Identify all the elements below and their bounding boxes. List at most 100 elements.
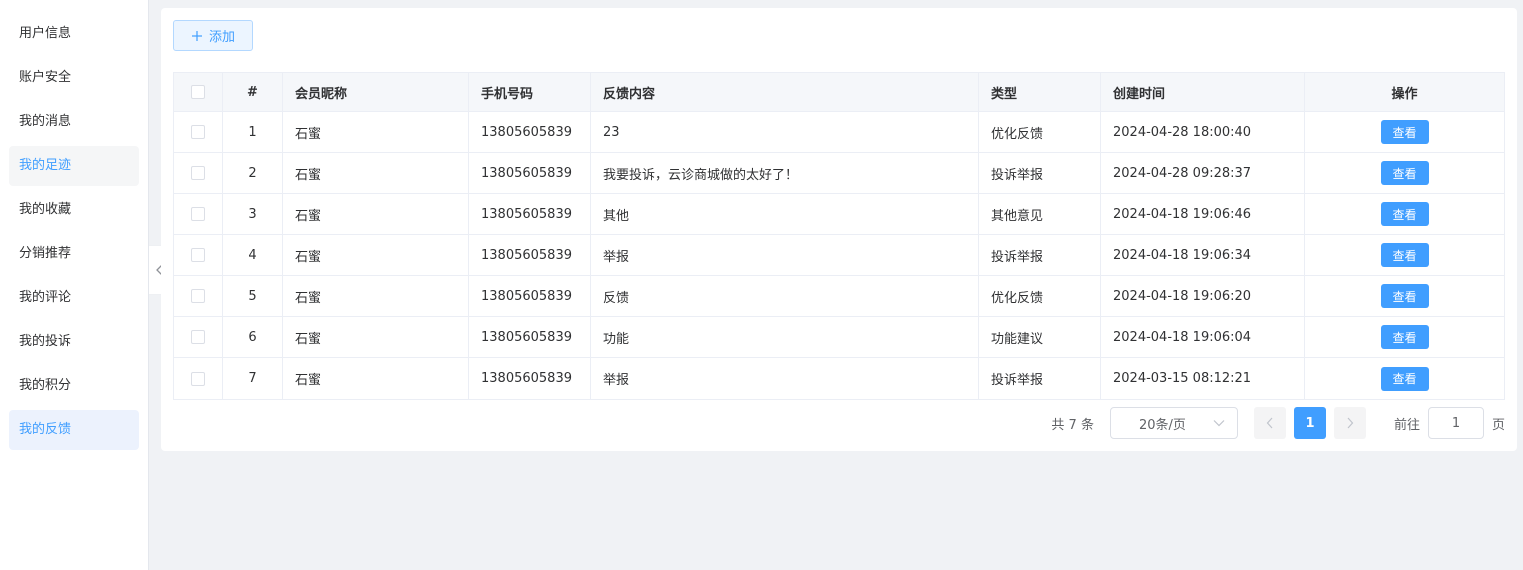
- cell-nickname: 石蜜: [283, 276, 469, 316]
- row-checkbox[interactable]: [191, 289, 205, 303]
- row-checkbox[interactable]: [191, 207, 205, 221]
- cell-nickname: 石蜜: [283, 358, 469, 399]
- cell-content: 反馈: [591, 276, 979, 316]
- sidebar-item-user-info[interactable]: 用户信息: [9, 14, 139, 54]
- table-row: 3 石蜜 13805605839 其他 其他意见 2024-04-18 19:0…: [174, 194, 1504, 235]
- chevron-down-icon: [1213, 420, 1225, 427]
- header-action: 操作: [1391, 86, 1418, 102]
- cell-nickname: 石蜜: [283, 153, 469, 193]
- cell-nickname: 石蜜: [283, 112, 469, 152]
- row-checkbox[interactable]: [191, 330, 205, 344]
- cell-nickname: 石蜜: [283, 235, 469, 275]
- cell-index: 6: [223, 317, 283, 357]
- chevron-right-icon: [1347, 417, 1354, 429]
- page-size-select[interactable]: 20条/页: [1109, 407, 1238, 439]
- cell-created: 2024-04-18 19:06:20: [1101, 276, 1305, 316]
- cell-type: 优化反馈: [979, 276, 1101, 316]
- header-phone: 手机号码: [469, 73, 591, 111]
- table-row: 4 石蜜 13805605839 举报 投诉举报 2024-04-18 19:0…: [174, 235, 1504, 276]
- next-page-button[interactable]: [1333, 407, 1366, 439]
- chevron-left-icon: [1266, 417, 1273, 429]
- cell-index: 3: [223, 194, 283, 234]
- sidebar-item-favorites[interactable]: 我的收藏: [9, 190, 139, 230]
- prev-page-button[interactable]: [1253, 407, 1286, 439]
- cell-created: 2024-04-28 09:28:37: [1101, 153, 1305, 193]
- view-button[interactable]: 查看: [1380, 284, 1429, 308]
- row-checkbox[interactable]: [191, 371, 205, 386]
- pagination: 共 7 条 20条/页 1 前往 页: [1051, 407, 1505, 439]
- row-checkbox[interactable]: [191, 248, 205, 262]
- goto-suffix: 页: [1491, 417, 1505, 433]
- select-all-checkbox[interactable]: [191, 85, 205, 99]
- page-number-current[interactable]: 1: [1293, 407, 1326, 439]
- table-row: 7 石蜜 13805605839 举报 投诉举报 2024-03-15 08:1…: [174, 358, 1504, 399]
- table-row: 6 石蜜 13805605839 功能 功能建议 2024-04-18 19:0…: [174, 317, 1504, 358]
- cell-content: 举报: [591, 358, 979, 399]
- add-button-label: 添加: [208, 29, 235, 44]
- cell-phone: 13805605839: [469, 194, 591, 234]
- header-nickname: 会员昵称: [283, 73, 469, 111]
- header-index: #: [223, 73, 283, 111]
- table-row: 2 石蜜 13805605839 我要投诉，云诊商城做的太好了！ 投诉举报 20…: [174, 153, 1504, 194]
- cell-type: 投诉举报: [979, 358, 1101, 399]
- cell-content: 举报: [591, 235, 979, 275]
- row-checkbox[interactable]: [191, 166, 205, 180]
- cell-index: 2: [223, 153, 283, 193]
- add-button[interactable]: 添加: [173, 20, 253, 51]
- sidebar: 用户信息 账户安全 我的消息 我的足迹 我的收藏 分销推荐 我的评论 我的投诉 …: [0, 0, 149, 570]
- view-button[interactable]: 查看: [1380, 202, 1429, 226]
- cell-content: 我要投诉，云诊商城做的太好了！: [591, 153, 979, 193]
- table-row: 5 石蜜 13805605839 反馈 优化反馈 2024-04-18 19:0…: [174, 276, 1504, 317]
- cell-type: 优化反馈: [979, 112, 1101, 152]
- cell-type: 功能建议: [979, 317, 1101, 357]
- cell-phone: 13805605839: [469, 235, 591, 275]
- cell-index: 4: [223, 235, 283, 275]
- view-button[interactable]: 查看: [1380, 161, 1429, 185]
- cell-nickname: 石蜜: [283, 317, 469, 357]
- cell-created: 2024-03-15 08:12:21: [1101, 358, 1305, 399]
- sidebar-item-account-security[interactable]: 账户安全: [9, 58, 139, 98]
- plus-icon: [191, 30, 202, 41]
- sidebar-item-points[interactable]: 我的积分: [9, 366, 139, 406]
- sidebar-item-distribution[interactable]: 分销推荐: [9, 234, 139, 274]
- sidebar-item-comments[interactable]: 我的评论: [9, 278, 139, 318]
- table-row: 1 石蜜 13805605839 23 优化反馈 2024-04-28 18:0…: [174, 112, 1504, 153]
- view-button[interactable]: 查看: [1380, 243, 1429, 267]
- sidebar-item-complaints[interactable]: 我的投诉: [9, 322, 139, 362]
- cell-index: 5: [223, 276, 283, 316]
- page-size-value: 20条/页: [1138, 417, 1186, 433]
- cell-created: 2024-04-28 18:00:40: [1101, 112, 1305, 152]
- cell-type: 其他意见: [979, 194, 1101, 234]
- cell-content: 其他: [591, 194, 979, 234]
- view-button[interactable]: 查看: [1380, 366, 1429, 391]
- cell-phone: 13805605839: [469, 112, 591, 152]
- header-content: 反馈内容: [591, 73, 979, 111]
- cell-phone: 13805605839: [469, 358, 591, 399]
- cell-type: 投诉举报: [979, 235, 1101, 275]
- cell-phone: 13805605839: [469, 276, 591, 316]
- cell-created: 2024-04-18 19:06:04: [1101, 317, 1305, 357]
- table-header-row: # 会员昵称 手机号码 反馈内容 类型 创建时间 操作: [174, 73, 1504, 112]
- header-created: 创建时间: [1101, 73, 1305, 111]
- cell-phone: 13805605839: [469, 317, 591, 357]
- cell-content: 23: [591, 112, 979, 152]
- sidebar-item-messages[interactable]: 我的消息: [9, 102, 139, 142]
- row-checkbox[interactable]: [191, 125, 205, 139]
- pagination-total: 共 7 条: [1051, 417, 1094, 433]
- view-button[interactable]: 查看: [1380, 120, 1429, 144]
- cell-nickname: 石蜜: [283, 194, 469, 234]
- view-button[interactable]: 查看: [1380, 325, 1429, 349]
- cell-index: 7: [223, 358, 283, 399]
- feedback-table: # 会员昵称 手机号码 反馈内容 类型 创建时间 操作 1 石蜜 1380560…: [173, 72, 1505, 400]
- cell-type: 投诉举报: [979, 153, 1101, 193]
- goto-page-input[interactable]: [1427, 407, 1484, 439]
- goto-label: 前往: [1393, 417, 1420, 433]
- cell-phone: 13805605839: [469, 153, 591, 193]
- cell-index: 1: [223, 112, 283, 152]
- header-type: 类型: [979, 73, 1101, 111]
- sidebar-item-footprints[interactable]: 我的足迹: [9, 146, 139, 186]
- sidebar-item-feedback[interactable]: 我的反馈: [9, 410, 139, 450]
- cell-content: 功能: [591, 317, 979, 357]
- cell-created: 2024-04-18 19:06:46: [1101, 194, 1305, 234]
- feedback-panel: 添加 # 会员昵称 手机号码 反馈内容 类型 创建时间 操作 1 石蜜 1380…: [161, 8, 1517, 451]
